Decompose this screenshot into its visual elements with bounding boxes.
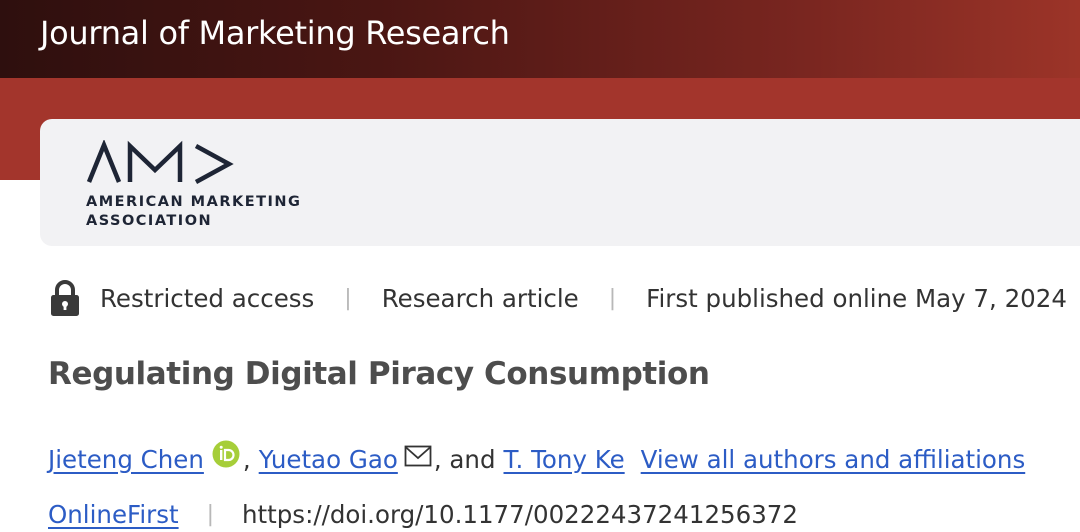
access-status-label: Restricted access <box>100 283 315 313</box>
mail-icon[interactable] <box>404 445 432 467</box>
ama-wordmark-line2: ASSOCIATION <box>86 213 213 229</box>
ama-logo-icon[interactable] <box>86 140 234 185</box>
author-link-ke[interactable]: T. Tony Ke <box>504 445 625 474</box>
doi-row: OnlineFirst | https://doi.org/10.1177/00… <box>48 496 798 532</box>
authors-row: Jieteng Chen , Yuetao Gao , and T. Tony … <box>48 440 1025 478</box>
ama-wordmark-line1: AMERICAN MARKETING <box>86 194 302 210</box>
journal-header-bar: Journal of Marketing Research <box>0 0 1080 78</box>
author-separator: , and <box>433 444 496 474</box>
lock-icon <box>51 280 79 316</box>
article-title: Regulating Digital Piracy Consumption <box>48 356 710 392</box>
publication-date: First published online May 7, 2024 <box>646 283 1067 313</box>
meta-divider: | <box>608 285 617 311</box>
online-first-link[interactable]: OnlineFirst <box>48 500 179 529</box>
view-all-authors-link[interactable]: View all authors and affiliations <box>641 445 1026 474</box>
author-link-chen[interactable]: Jieteng Chen <box>48 445 204 474</box>
author-link-gao[interactable]: Yuetao Gao <box>259 445 398 474</box>
doi-divider: | <box>206 501 215 527</box>
author-separator: , <box>242 444 251 474</box>
article-meta-row: Restricted access | Research article | F… <box>48 279 1067 317</box>
ama-wordmark: AMERICAN MARKETING ASSOCIATION <box>86 193 301 231</box>
journal-title-link[interactable]: Journal of Marketing Research <box>40 14 510 52</box>
article-type-label: Research article <box>381 283 579 313</box>
meta-divider: | <box>344 285 352 311</box>
orcid-icon[interactable] <box>212 440 240 468</box>
doi-text[interactable]: https://doi.org/10.1177/0022243724125637… <box>242 500 798 529</box>
